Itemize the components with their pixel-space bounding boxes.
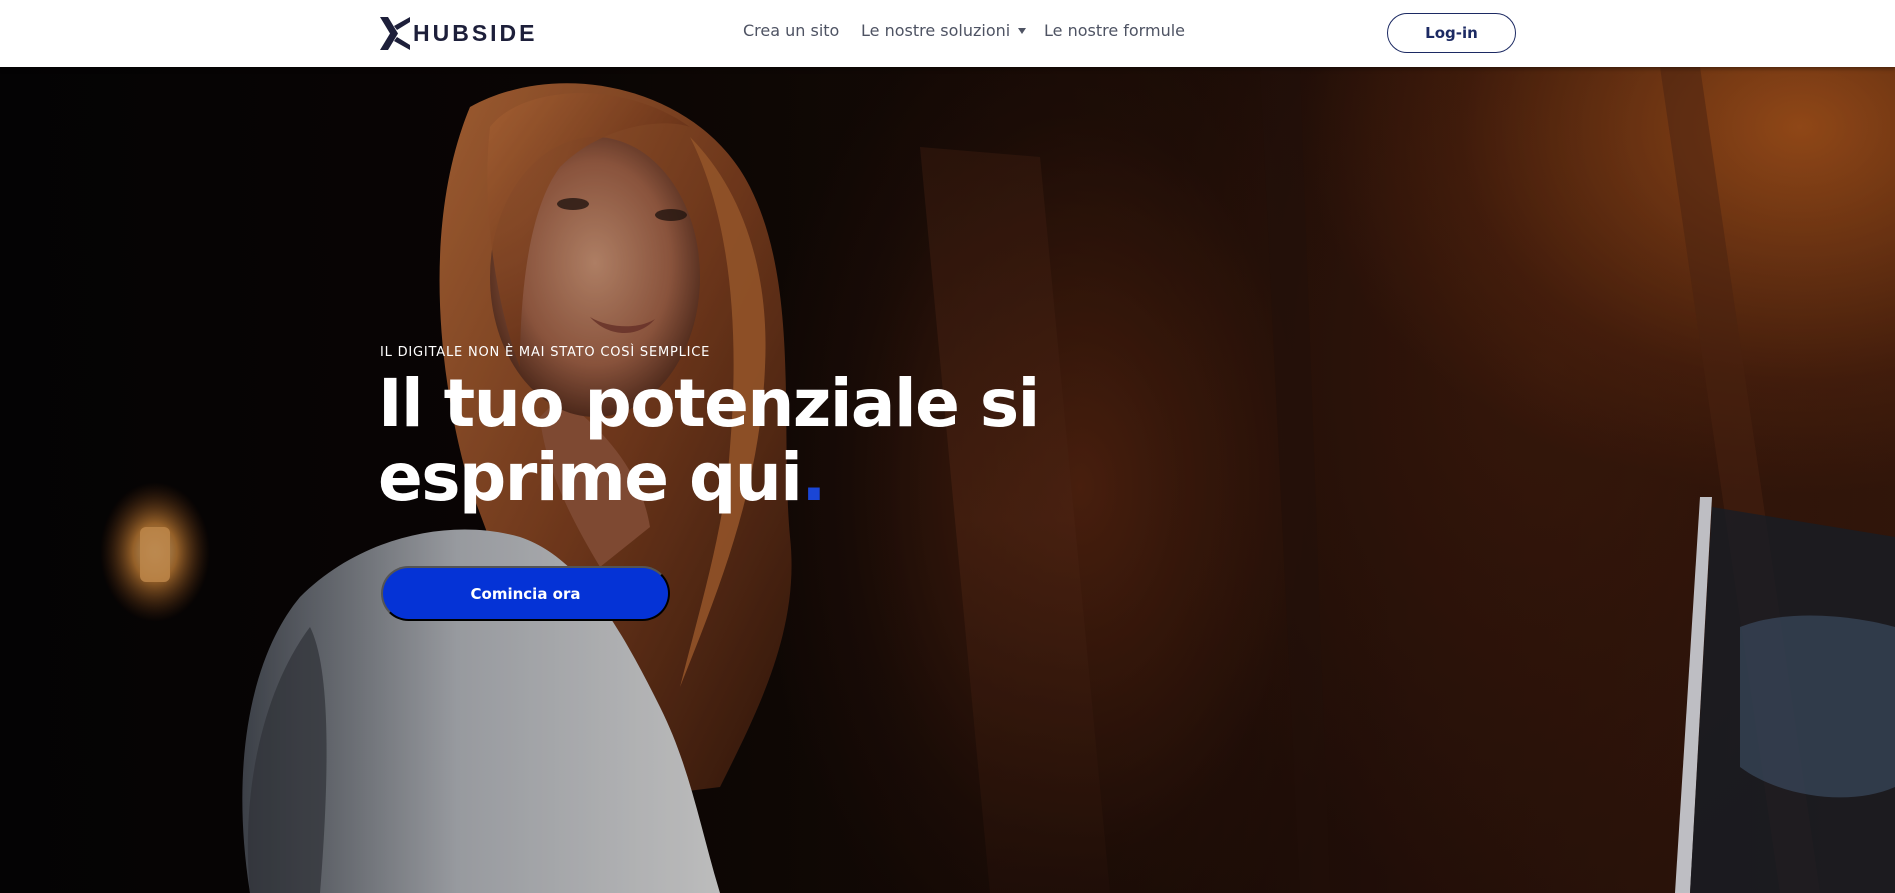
hero-title-line-1: Il tuo potenziale si xyxy=(378,365,1040,442)
nav-le-nostre-soluzioni[interactable]: Le nostre soluzioni xyxy=(861,21,1027,40)
nav-crea-un-sito[interactable]: Crea un sito xyxy=(743,21,839,40)
comincia-ora-button[interactable]: Comincia ora xyxy=(381,566,670,621)
nav-soluzioni-label: Le nostre soluzioni xyxy=(861,21,1011,40)
chevron-down-icon xyxy=(1018,27,1027,34)
hero-section: IL DIGITALE NON È MAI STATO COSÌ SEMPLIC… xyxy=(0,67,1895,893)
nav-le-nostre-formule[interactable]: Le nostre formule xyxy=(1044,21,1185,40)
logo-text: HUBSIDE xyxy=(413,19,538,46)
hubside-logo[interactable]: HUBSIDE xyxy=(380,16,538,50)
hubside-x-logo-icon xyxy=(380,16,410,50)
hero-title-accent-dot: . xyxy=(801,439,826,516)
login-button[interactable]: Log-in xyxy=(1387,13,1516,53)
hero-title: Il tuo potenziale si esprime qui. xyxy=(378,367,1098,515)
hero-kicker: IL DIGITALE NON È MAI STATO COSÌ SEMPLIC… xyxy=(380,345,711,360)
hero-title-line-2: esprime qui xyxy=(378,439,803,516)
site-header: HUBSIDE Crea un sito Le nostre soluzioni… xyxy=(0,0,1895,67)
